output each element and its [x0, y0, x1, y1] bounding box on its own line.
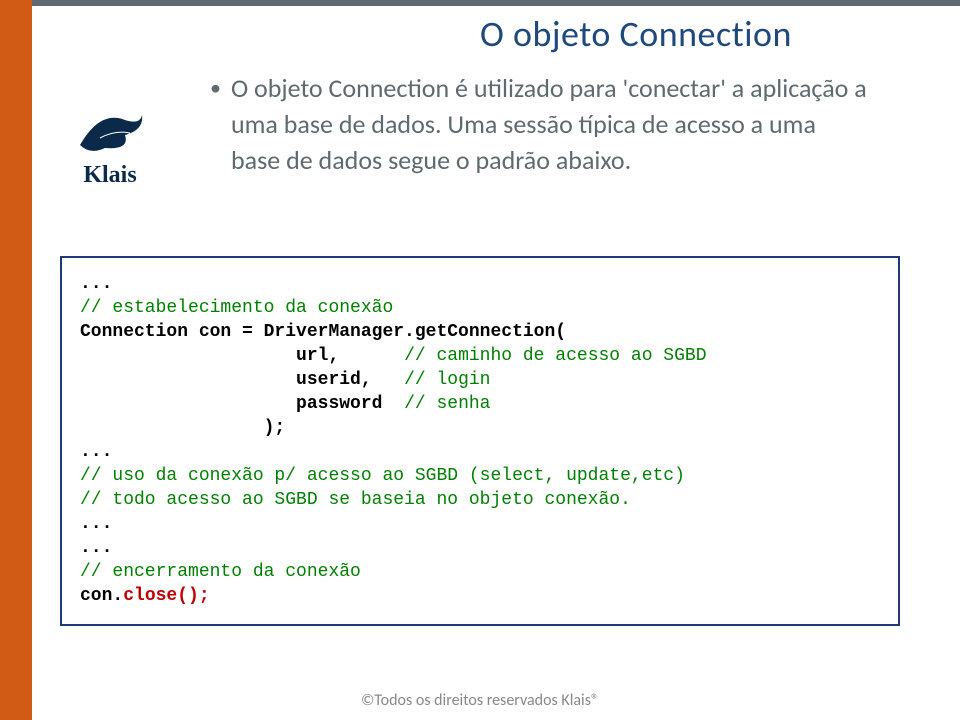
code-l8: ...: [80, 442, 112, 462]
code-l5a: userid,: [80, 370, 404, 390]
code-l14b: close();: [123, 586, 209, 606]
left-accent-bar: [0, 0, 32, 720]
code-l3: Connection con = DriverManager.getConnec…: [80, 322, 566, 342]
code-l10: // todo acesso ao SGBD se baseia no obje…: [80, 490, 631, 510]
code-l12: ...: [80, 538, 112, 558]
logo: Klais: [50, 100, 170, 189]
code-l2: // estabelecimento da conexão: [80, 298, 393, 318]
code-l4b: // caminho de acesso ao SGBD: [404, 346, 706, 366]
code-l9: // uso da conexão p/ acesso ao SGBD (sel…: [80, 466, 685, 486]
code-l4a: url,: [80, 346, 404, 366]
logo-text: Klais: [50, 162, 170, 189]
code-l6a: password: [80, 394, 404, 414]
slide-title: O objeto Connection: [480, 12, 920, 56]
code-l13: // encerramento da conexão: [80, 562, 361, 582]
footer-copyright: ©Todos os direitos reservados Klais®: [0, 691, 960, 710]
bullet-text: O objeto Connection é utilizado para 'co…: [231, 70, 870, 178]
bullet-block: • O objeto Connection é utilizado para '…: [210, 70, 870, 178]
code-l11: ...: [80, 514, 112, 534]
code-box: ... // estabelecimento da conexão Connec…: [60, 256, 900, 626]
code-l7: );: [80, 418, 285, 438]
code-l1: ...: [80, 274, 112, 294]
code-l6b: // senha: [404, 394, 490, 414]
top-accent-line: [0, 0, 960, 6]
bullet-dot-icon: •: [210, 70, 221, 178]
code-l5b: // login: [404, 370, 490, 390]
bird-icon: [70, 100, 150, 160]
code-l14a: con.: [80, 586, 123, 606]
